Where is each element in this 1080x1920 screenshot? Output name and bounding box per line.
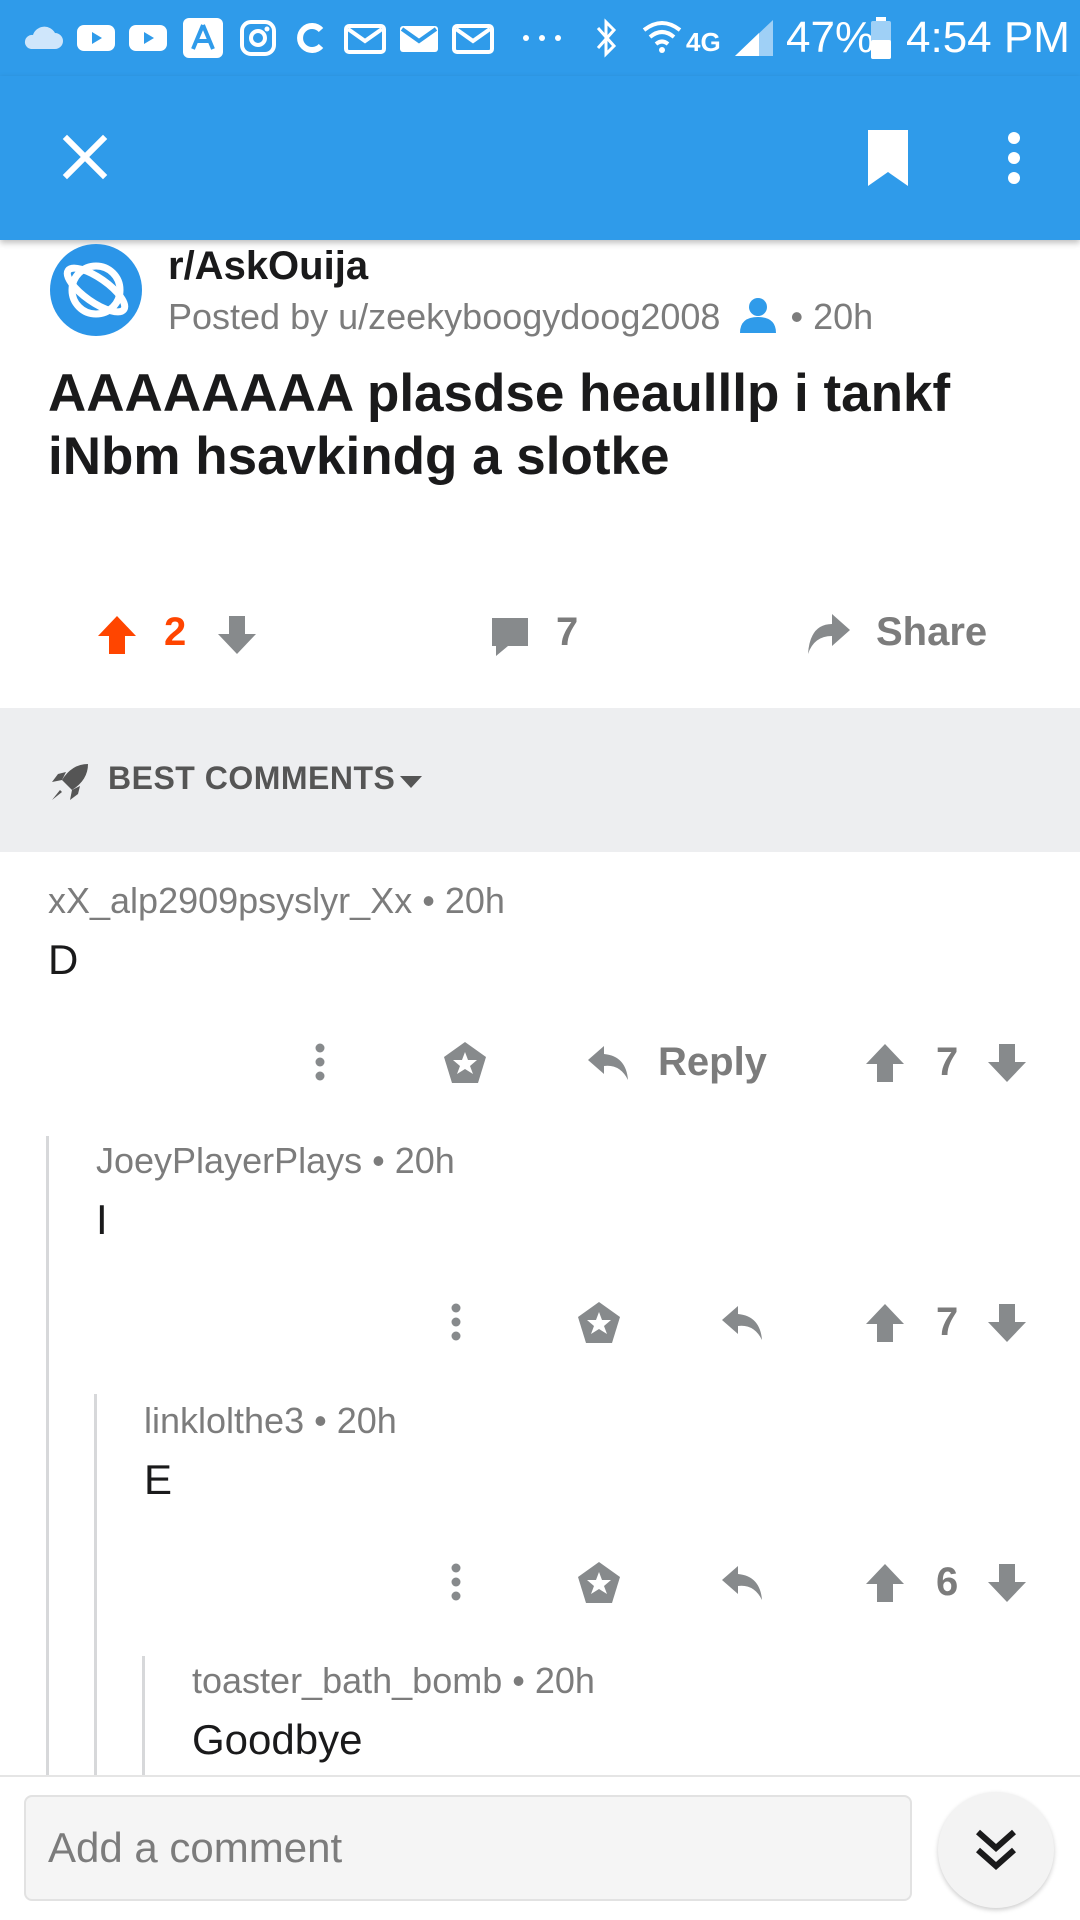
mail-icon [452, 20, 494, 56]
reply-icon[interactable] [720, 1562, 764, 1604]
status-bar: 4G 47% 4:54 PM [0, 0, 1080, 76]
comment-count[interactable]: 7 [556, 610, 578, 655]
more-options-icon[interactable] [450, 1302, 466, 1346]
upvote-icon[interactable] [96, 614, 138, 656]
double-chevron-down-icon [976, 1829, 1016, 1871]
share-button[interactable]: Share [876, 610, 987, 655]
reply-icon[interactable] [720, 1302, 764, 1344]
next-comment-button[interactable] [938, 1792, 1054, 1908]
comment-author[interactable]: xX_alp2909psyslyr_Xx [48, 880, 412, 921]
comment-score: 7 [936, 1300, 959, 1344]
comment-author[interactable]: toaster_bath_bomb [192, 1660, 502, 1701]
bluetooth-icon [592, 18, 620, 58]
signal-icon [732, 20, 776, 56]
instagram-icon [238, 20, 278, 56]
upvote-icon[interactable] [864, 1562, 906, 1604]
comment-score: 7 [936, 1040, 959, 1084]
award-icon[interactable] [576, 1300, 622, 1346]
post-score: 2 [164, 610, 187, 654]
upvote-icon[interactable] [864, 1042, 906, 1084]
downvote-icon[interactable] [986, 1562, 1028, 1604]
reply-button[interactable]: Reply [658, 1040, 767, 1085]
post-action-bar: 2 7 Share [0, 590, 1080, 680]
subreddit-avatar[interactable] [50, 244, 142, 336]
reply-icon[interactable] [586, 1042, 630, 1084]
comment-body: D [48, 936, 79, 983]
comment-score: 6 [936, 1560, 959, 1604]
comment-age: • 20h [512, 1660, 595, 1701]
battery-icon [868, 17, 894, 59]
app-bar [0, 76, 1080, 240]
network-type-label: 4G [686, 27, 721, 57]
comment-meta: xX_alp2909psyslyr_Xx • 20h [48, 880, 505, 922]
clock: 4:54 PM [906, 13, 1070, 62]
bookmark-icon[interactable] [858, 122, 918, 194]
youtube-icon [76, 20, 116, 56]
close-icon[interactable] [50, 122, 120, 192]
mail-icon [398, 20, 440, 56]
mail-icon [344, 20, 386, 56]
comment-age: • 20h [314, 1400, 397, 1441]
posted-by: Posted by u/zeekyboogydoog2008 • 20h [168, 296, 873, 338]
appstore-icon [182, 18, 224, 58]
comment-actions: Reply 7 [300, 1024, 1040, 1104]
post-age: • 20h [790, 296, 874, 337]
author-link[interactable]: Posted by u/zeekyboogydoog2008 [168, 296, 720, 337]
comment-age: • 20h [422, 880, 505, 921]
comment-age: • 20h [372, 1140, 455, 1181]
thread-line[interactable] [94, 1394, 97, 1776]
overflow-menu-icon[interactable] [996, 122, 1032, 194]
rocket-icon [48, 760, 92, 804]
wifi-icon [640, 20, 684, 56]
comment-icon[interactable] [488, 614, 532, 658]
planet-icon [63, 262, 129, 318]
downvote-icon[interactable] [216, 614, 258, 656]
comment-input[interactable]: Add a comment [24, 1795, 912, 1901]
upvote-icon[interactable] [864, 1302, 906, 1344]
cloud-icon [20, 20, 64, 56]
award-icon[interactable] [576, 1560, 622, 1606]
battery-percent: 47% [786, 13, 875, 62]
downvote-icon[interactable] [986, 1042, 1028, 1084]
thread-line[interactable] [46, 1136, 49, 1776]
subreddit-name[interactable]: r/AskOuija [168, 244, 368, 289]
comment-author[interactable]: linklolthe3 [144, 1400, 304, 1441]
comment-meta: JoeyPlayerPlays • 20h [96, 1140, 455, 1182]
comment-body: E [144, 1456, 173, 1503]
more-options-icon[interactable] [314, 1042, 330, 1086]
comment-meta: toaster_bath_bomb • 20h [192, 1660, 595, 1702]
comment-author[interactable]: JoeyPlayerPlays [96, 1140, 362, 1181]
comment-actions: 7 [430, 1284, 1040, 1364]
share-icon[interactable] [804, 610, 852, 658]
c-app-icon [292, 20, 330, 56]
more-dots-icon [520, 20, 564, 56]
more-options-icon[interactable] [450, 1562, 466, 1606]
sort-label[interactable]: BEST COMMENTS [108, 760, 395, 797]
comment-meta: linklolthe3 • 20h [144, 1400, 397, 1442]
comment-actions: 6 [430, 1544, 1040, 1624]
comment-body: I [96, 1196, 108, 1243]
chevron-down-icon [398, 774, 424, 792]
award-icon[interactable] [442, 1040, 488, 1086]
post-title: AAAAAAAA plasdse heaulllp i tankf iNbm h… [48, 364, 951, 486]
user-icon [738, 297, 780, 333]
youtube-icon [128, 20, 168, 56]
downvote-icon[interactable] [986, 1302, 1028, 1344]
comment-body: Goodbye [192, 1716, 363, 1763]
thread-line[interactable] [142, 1656, 145, 1776]
